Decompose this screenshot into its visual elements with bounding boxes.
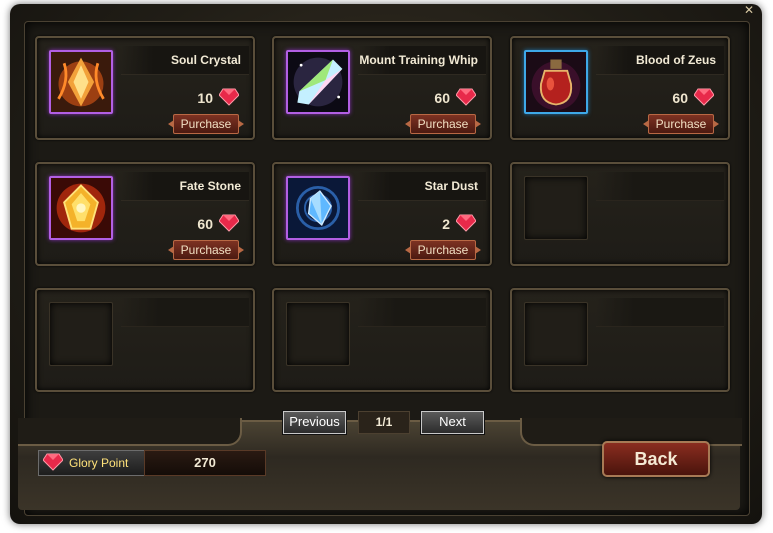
purchase-button[interactable]: Purchase — [648, 114, 714, 134]
item-name: Star Dust — [424, 179, 478, 193]
close-icon[interactable]: ✕ — [740, 4, 758, 16]
item-price: 10 — [197, 90, 213, 106]
back-button[interactable]: Back — [602, 441, 710, 477]
item-price: 2 — [442, 216, 450, 232]
empty-slot — [272, 288, 492, 392]
red-gem-icon — [693, 88, 715, 106]
purchase-button[interactable]: Purchase — [410, 114, 476, 134]
purchase-button[interactable]: Purchase — [173, 114, 239, 134]
page-indicator: 1/1 — [358, 411, 410, 434]
item-card-fate-stone: Fate Stone 60 Purchase — [35, 162, 255, 266]
item-card-star-dust: Star Dust 2 Purchase — [272, 162, 492, 266]
star-dust-icon — [286, 176, 350, 240]
item-price: 60 — [672, 90, 688, 106]
red-gem-icon — [218, 214, 240, 232]
red-gem-icon — [455, 214, 477, 232]
empty-slot — [35, 288, 255, 392]
previous-button[interactable]: Previous — [283, 411, 346, 434]
item-card-mount-training-whip: Mount Training Whip 60 Purchase — [272, 36, 492, 140]
purchase-button[interactable]: Purchase — [173, 240, 239, 260]
bottom-panel-tab-left — [18, 418, 242, 446]
red-gem-icon — [42, 453, 64, 473]
red-gem-icon — [218, 88, 240, 106]
item-price: 60 — [197, 216, 213, 232]
soul-crystal-icon — [49, 50, 113, 114]
empty-item-slot — [286, 302, 350, 366]
mount-training-whip-icon — [286, 50, 350, 114]
empty-item-slot — [524, 302, 588, 366]
item-price: 60 — [434, 90, 450, 106]
fate-stone-icon — [49, 176, 113, 240]
purchase-button[interactable]: Purchase — [410, 240, 476, 260]
glory-point-value: 270 — [144, 450, 266, 476]
blood-of-zeus-icon — [524, 50, 588, 114]
empty-slot — [510, 288, 730, 392]
item-card-soul-crystal: Soul Crystal 10 Purchase — [35, 36, 255, 140]
empty-slot — [510, 162, 730, 266]
next-button[interactable]: Next — [421, 411, 484, 434]
item-card-blood-of-zeus: Blood of Zeus 60 Purchase — [510, 36, 730, 140]
item-name: Blood of Zeus — [636, 53, 716, 67]
red-gem-icon — [455, 88, 477, 106]
item-name: Mount Training Whip — [359, 53, 478, 67]
item-name: Fate Stone — [179, 179, 241, 193]
empty-item-slot — [524, 176, 588, 240]
item-name: Soul Crystal — [170, 53, 241, 67]
empty-item-slot — [49, 302, 113, 366]
